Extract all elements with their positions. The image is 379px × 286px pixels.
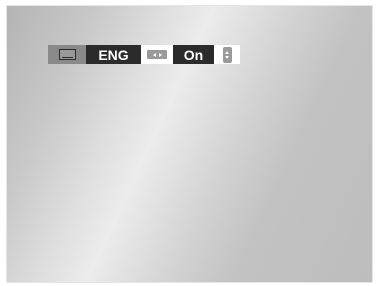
language-adjust-control[interactable] xyxy=(141,45,173,64)
subtitle-icon xyxy=(58,49,76,60)
subtitle-state-value[interactable]: On xyxy=(173,45,214,64)
subtitle-osd-bar: ENG On xyxy=(48,45,240,64)
subtitle-icon-cell xyxy=(48,45,86,64)
left-right-arrows-icon xyxy=(147,50,167,59)
up-down-arrows-icon xyxy=(222,46,232,63)
state-adjust-control[interactable] xyxy=(214,45,240,64)
video-screen: ENG On xyxy=(7,6,372,282)
subtitle-language-value[interactable]: ENG xyxy=(86,45,141,64)
